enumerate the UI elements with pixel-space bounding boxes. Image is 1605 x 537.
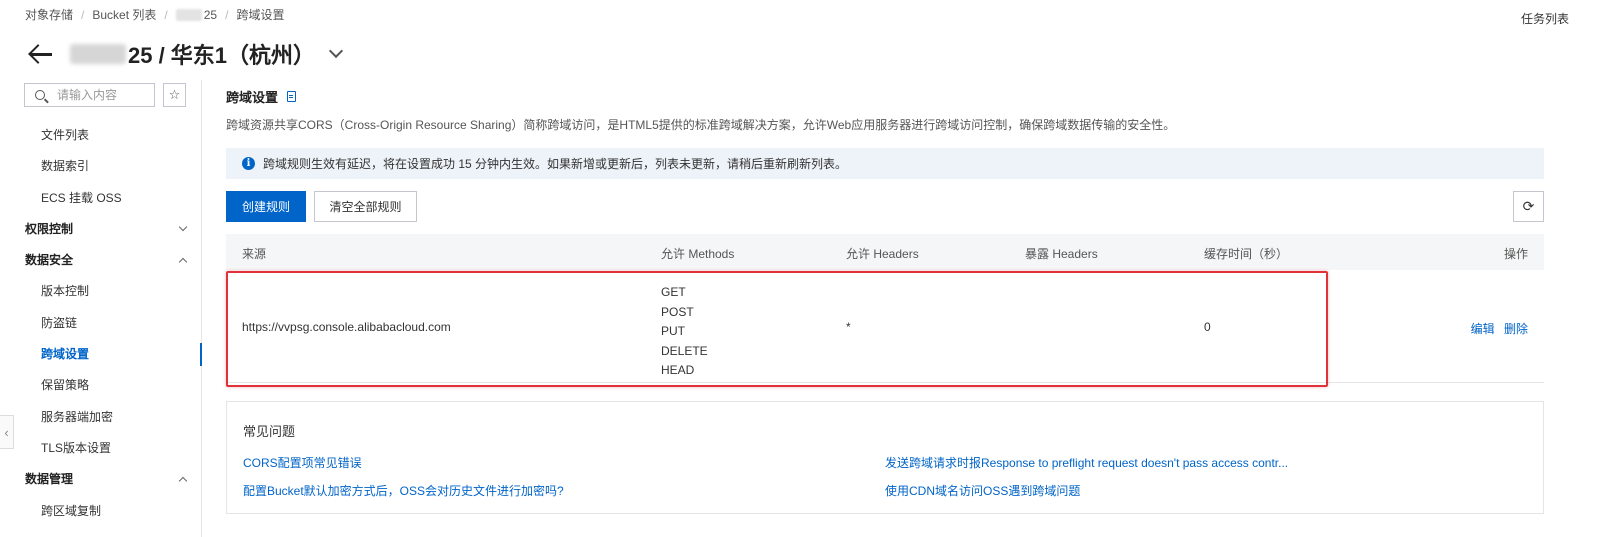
sidebar-search xyxy=(24,83,155,107)
page-header: 25 / 华东1（杭州） xyxy=(28,38,344,70)
sidebar-item-data-index[interactable]: 数据索引 xyxy=(0,151,200,182)
method-delete: DELETE xyxy=(661,343,708,358)
document-icon[interactable] xyxy=(287,91,297,102)
sidebar-item-label: 数据安全 xyxy=(25,253,74,268)
info-icon: i xyxy=(242,157,255,170)
cell-origin: https://vvpsg.console.alibabacloud.com xyxy=(242,320,451,334)
breadcrumb-separator: / xyxy=(225,7,229,22)
sidebar-item-ecs-mount[interactable]: ECS 挂载 OSS xyxy=(0,183,200,214)
column-header-actions: 操作 xyxy=(1503,247,1528,261)
sidebar-item-label: 服务器端加密 xyxy=(41,409,114,424)
page-title-text: 跨域设置 xyxy=(226,90,279,105)
breadcrumb-bucket[interactable]: 25 xyxy=(204,8,217,22)
chevron-left-icon: ‹ xyxy=(4,424,9,440)
sidebar-collapse-toggle[interactable]: ‹ xyxy=(0,415,14,449)
edit-link[interactable]: 编辑 xyxy=(1471,322,1495,336)
sidebar-item-encryption[interactable]: 服务器端加密 xyxy=(0,402,200,433)
chevron-down-icon xyxy=(178,222,188,232)
refresh-icon: ⟳ xyxy=(1522,198,1535,214)
sidebar-item-label: 版本控制 xyxy=(41,284,90,299)
sidebar-group-data-security[interactable]: 数据安全 xyxy=(0,245,200,276)
redacted-bucket-name xyxy=(70,44,126,64)
method-put: PUT xyxy=(661,324,685,339)
cell-cache-time: 0 xyxy=(1204,320,1211,334)
chevron-down-icon[interactable] xyxy=(328,43,344,59)
delete-link[interactable]: 删除 xyxy=(1504,322,1528,336)
sidebar-item-cors[interactable]: 跨域设置 xyxy=(0,339,202,370)
sidebar-item-label: 防盗链 xyxy=(41,315,78,330)
sidebar-item-hotlink-protection[interactable]: 防盗链 xyxy=(0,308,200,339)
sidebar-item-label: 保留策略 xyxy=(41,378,90,393)
cell-allow-headers: * xyxy=(846,320,851,334)
sidebar-item-label: ECS 挂载 OSS xyxy=(41,190,122,205)
search-icon xyxy=(35,90,45,100)
table-header: 来源 允许 Methods 允许 Headers 暴露 Headers 缓存时间… xyxy=(226,234,1544,270)
notice-banner: i 跨域规则生效有延迟，将在设置成功 15 分钟内生效。如果新增或更新后，列表未… xyxy=(226,148,1544,179)
favorite-star-button[interactable]: ☆ xyxy=(163,83,186,107)
column-header-methods: 允许 Methods xyxy=(661,247,735,261)
bucket-title: 25 / 华东1（杭州） xyxy=(128,43,316,68)
column-header-origin: 来源 xyxy=(242,247,267,261)
faq-title: 常见问题 xyxy=(243,424,296,439)
method-get: GET xyxy=(661,285,686,299)
breadcrumb-separator: / xyxy=(164,7,168,22)
column-header-expose-headers: 暴露 Headers xyxy=(1025,247,1098,261)
sidebar-item-label: 跨区域复制 xyxy=(41,503,102,518)
sidebar-item-label: 数据管理 xyxy=(25,472,74,487)
chevron-up-icon xyxy=(178,477,188,486)
sidebar: ☆ 文件列表 数据索引 ECS 挂载 OSS 权限控制 数据安全 版本控制 防盗… xyxy=(0,80,202,537)
sidebar-group-data-management[interactable]: 数据管理 xyxy=(0,464,200,495)
faq-link-preflight[interactable]: 发送跨域请求时报Response to preflight request do… xyxy=(885,454,1288,471)
page-title: 跨域设置 xyxy=(226,87,297,106)
column-header-allow-headers: 允许 Headers xyxy=(846,247,919,261)
redacted-bucket-name xyxy=(175,8,202,21)
back-arrow-icon[interactable] xyxy=(28,43,54,65)
faq-link-cors-errors[interactable]: CORS配置项常见错误 xyxy=(243,454,362,471)
faq-link-encryption[interactable]: 配置Bucket默认加密方式后，OSS会对历史文件进行加密吗? xyxy=(243,482,564,499)
breadcrumb-current: 跨域设置 xyxy=(236,8,285,22)
notice-text: 跨域规则生效有延迟，将在设置成功 15 分钟内生效。如果新增或更新后，列表未更新… xyxy=(263,157,848,171)
faq-link-cdn-cors[interactable]: 使用CDN域名访问OSS遇到跨域问题 xyxy=(885,482,1080,499)
table-row: https://vvpsg.console.alibabacloud.com G… xyxy=(226,270,1544,383)
clear-all-rules-button[interactable]: 清空全部规则 xyxy=(314,191,417,222)
sidebar-item-tls[interactable]: TLS版本设置 xyxy=(0,433,200,464)
create-rule-button[interactable]: 创建规则 xyxy=(226,191,306,222)
breadcrumb-bucket-list[interactable]: Bucket 列表 xyxy=(92,6,156,23)
method-head: HEAD xyxy=(661,363,695,378)
sidebar-item-cross-region-replication[interactable]: 跨区域复制 xyxy=(0,496,200,527)
sidebar-nav: 文件列表 数据索引 ECS 挂载 OSS 权限控制 数据安全 版本控制 防盗链 … xyxy=(0,120,202,527)
cell-methods: GET POST PUT DELETE HEAD xyxy=(661,283,708,381)
page-description: 跨域资源共享CORS（Cross-Origin Resource Sharing… xyxy=(226,118,1176,132)
sidebar-item-label: 跨域设置 xyxy=(41,347,90,362)
sidebar-group-access-control[interactable]: 权限控制 xyxy=(0,214,200,245)
refresh-button[interactable]: ⟳ xyxy=(1513,191,1544,222)
star-icon: ☆ xyxy=(168,87,181,102)
chevron-up-icon xyxy=(178,257,188,267)
breadcrumb-separator: / xyxy=(81,7,85,22)
column-header-cache-time: 缓存时间（秒） xyxy=(1204,247,1289,261)
breadcrumb: 对象存储 / Bucket 列表 / 25 / 跨域设置 xyxy=(25,6,284,23)
sidebar-item-retention[interactable]: 保留策略 xyxy=(0,370,200,401)
sidebar-item-file-list[interactable]: 文件列表 xyxy=(0,120,200,151)
task-list-link[interactable]: 任务列表 xyxy=(1521,10,1569,27)
method-post: POST xyxy=(661,304,694,319)
breadcrumb-oss[interactable]: 对象存储 xyxy=(25,6,73,23)
sidebar-item-versioning[interactable]: 版本控制 xyxy=(0,276,200,307)
search-input[interactable] xyxy=(57,88,147,102)
sidebar-item-label: 文件列表 xyxy=(41,128,90,142)
sidebar-item-label: 权限控制 xyxy=(25,221,74,236)
sidebar-item-label: TLS版本设置 xyxy=(41,440,112,455)
faq-panel: 常见问题 CORS配置项常见错误 发送跨域请求时报Response to pre… xyxy=(226,401,1544,514)
sidebar-item-label: 数据索引 xyxy=(41,159,90,174)
cell-actions: 编辑 删除 xyxy=(1471,320,1528,337)
